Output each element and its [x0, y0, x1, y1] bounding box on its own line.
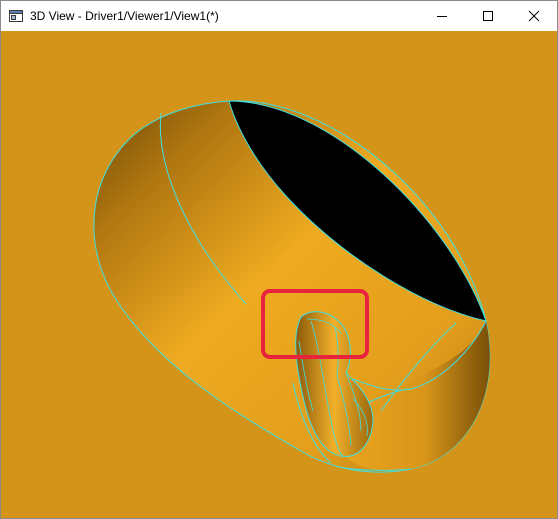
maximize-icon [483, 11, 493, 21]
window-app-icon [9, 9, 23, 23]
3d-viewport[interactable] [1, 31, 557, 518]
minimize-icon [437, 16, 447, 17]
minimize-button[interactable] [419, 1, 465, 31]
maximize-button[interactable] [465, 1, 511, 31]
close-icon [528, 10, 540, 22]
title-bar[interactable]: 3D View - Driver1/Viewer1/View1(*) [1, 1, 557, 31]
window-title: 3D View - Driver1/Viewer1/View1(*) [30, 9, 219, 23]
close-button[interactable] [511, 1, 557, 31]
viewer-window: 3D View - Driver1/Viewer1/View1(*) [0, 0, 558, 519]
